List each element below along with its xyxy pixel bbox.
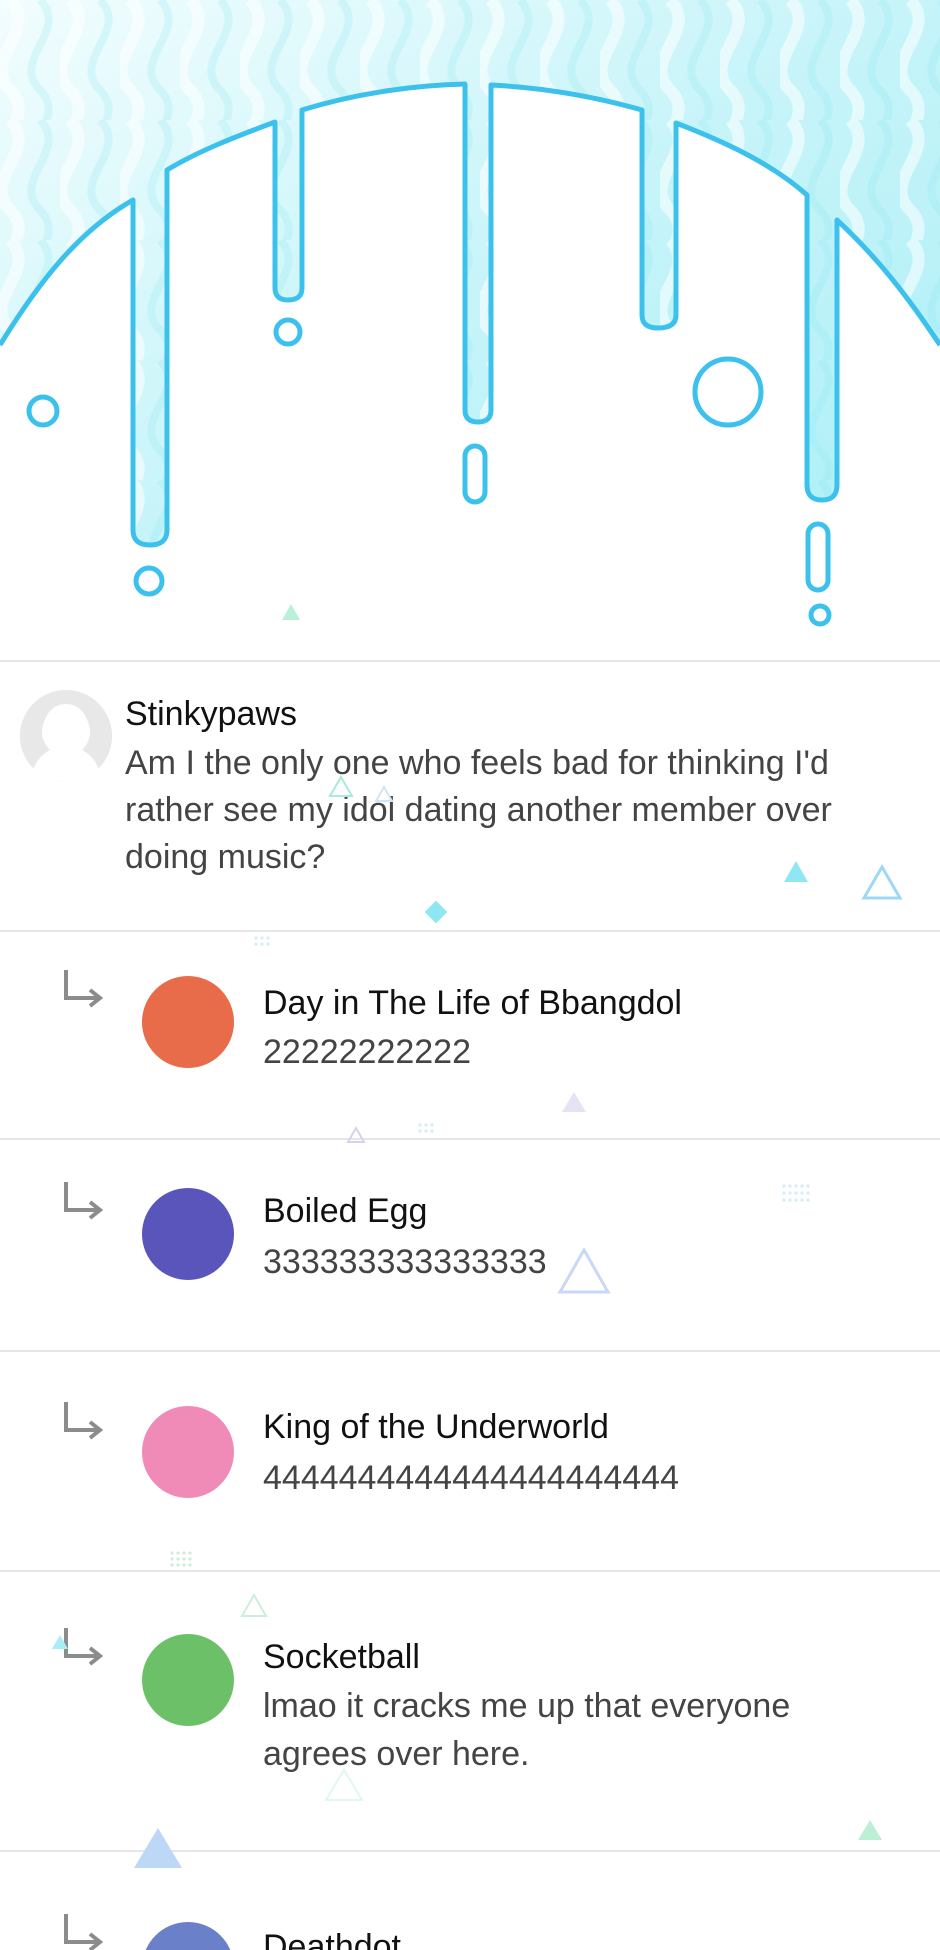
default-user-avatar-icon[interactable] <box>20 690 112 782</box>
reply-author[interactable]: Socketball <box>263 1638 420 1677</box>
reply-author[interactable]: Day in The Life of Bbangdol <box>263 984 682 1023</box>
reply-item[interactable]: Boiled Egg 333333333333333 <box>0 1140 940 1350</box>
reply-arrow-icon <box>64 1628 104 1666</box>
reply-text: 22222222222 <box>263 1033 472 1071</box>
drip-circle-illustration <box>0 0 940 660</box>
reply-text: 4444444444444444444444 <box>263 1459 680 1497</box>
avatar[interactable] <box>142 1634 234 1726</box>
post-author[interactable]: Stinkypaws <box>125 695 297 734</box>
reply-item[interactable]: Day in The Life of Bbangdol 22222222222 <box>0 932 940 1138</box>
avatar[interactable] <box>142 1406 234 1498</box>
avatar[interactable] <box>142 1922 234 1950</box>
reply-item[interactable]: King of the Underworld 44444444444444444… <box>0 1352 940 1570</box>
hero-banner <box>0 0 940 660</box>
reply-author[interactable]: Deathdot <box>263 1928 401 1950</box>
reply-arrow-icon <box>64 1914 104 1950</box>
avatar[interactable] <box>142 1188 234 1280</box>
reply-arrow-icon <box>64 970 104 1008</box>
reply-arrow-icon <box>64 1402 104 1440</box>
reply-text: 333333333333333 <box>263 1243 547 1281</box>
reply-author[interactable]: King of the Underworld <box>263 1408 609 1447</box>
reply-text: lmao it cracks me up that everyone agree… <box>263 1687 791 1773</box>
reply-item[interactable]: Socketball lmao it cracks me up that eve… <box>0 1572 940 1850</box>
reply-item[interactable]: Deathdot <box>0 1852 940 1950</box>
reply-arrow-icon <box>64 1182 104 1220</box>
reply-author[interactable]: Boiled Egg <box>263 1192 427 1231</box>
main-post[interactable]: Stinkypaws Am I the only one who feels b… <box>0 662 940 932</box>
avatar[interactable] <box>142 976 234 1068</box>
post-text: Am I the only one who feels bad for thin… <box>125 744 832 876</box>
